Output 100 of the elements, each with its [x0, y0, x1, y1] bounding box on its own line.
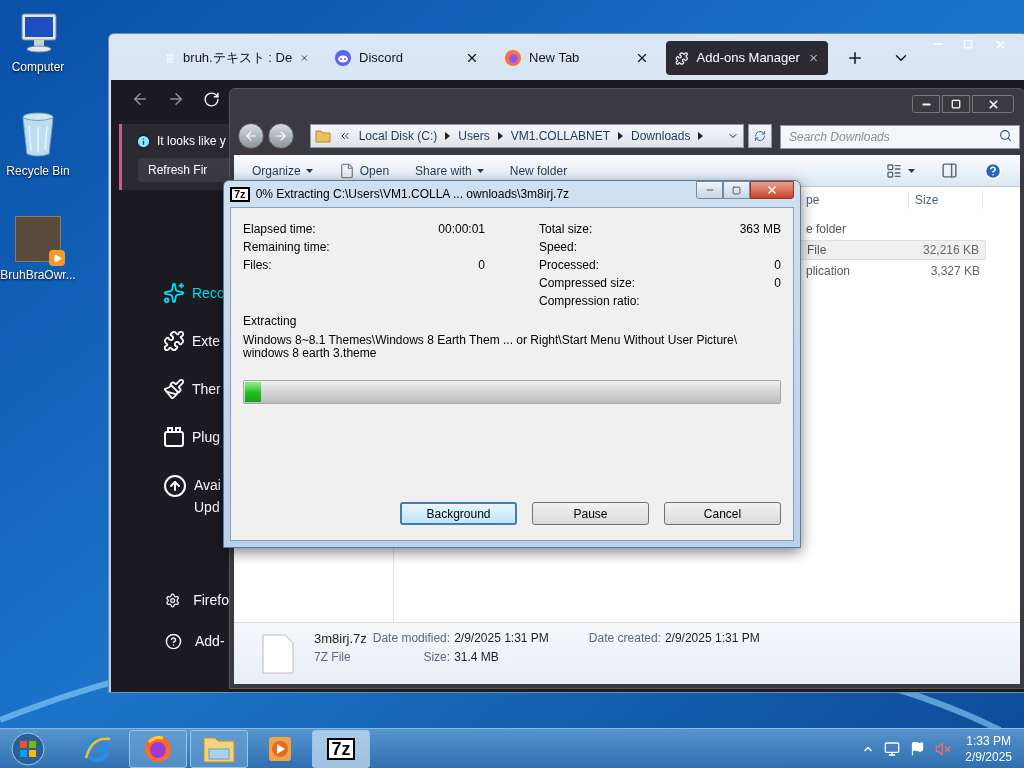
- caret-icon: [908, 168, 915, 173]
- start-button[interactable]: [8, 729, 48, 768]
- desktop-icon-label[interactable]: Computer: [11, 58, 65, 76]
- minimize-button[interactable]: [912, 95, 940, 113]
- toolbar-button[interactable]: New folder: [509, 161, 568, 180]
- close-icon: [993, 37, 1007, 51]
- sidebar-link[interactable]: Add-: [165, 631, 229, 652]
- toolbar-button[interactable]: Open: [338, 161, 390, 180]
- play-icon: [268, 735, 292, 762]
- breadcrumb-arrow-icon: [497, 132, 503, 140]
- breadcrumb-item[interactable]: VM1.COLLABNET: [510, 127, 611, 145]
- sidebar-item[interactable]: Exte: [163, 330, 225, 352]
- flag-icon[interactable]: [910, 741, 926, 756]
- column-header[interactable]: Size: [909, 191, 983, 209]
- caret-icon: [476, 168, 484, 173]
- stat-value: 0: [774, 276, 781, 290]
- stat-label: Remaining time:: [243, 240, 330, 254]
- refresh-icon: [754, 130, 767, 142]
- stat-value: 0: [478, 258, 485, 272]
- toolbar-button[interactable]: Share with: [415, 161, 484, 180]
- column-header[interactable]: pe: [803, 191, 909, 209]
- dialog-button[interactable]: Pause: [532, 502, 649, 525]
- file-row[interactable]: e folder: [800, 219, 986, 239]
- maximize-icon: [951, 99, 961, 109]
- back-icon[interactable]: [131, 90, 149, 108]
- browser-tab[interactable]: Add-ons Manager: [666, 41, 828, 75]
- file-icon: [338, 162, 355, 179]
- firefox-icon: [143, 733, 173, 764]
- browser-tab[interactable]: New Tab: [496, 41, 658, 75]
- file-name: 3m8irj.7z: [314, 631, 367, 646]
- detail-label: Date modified:: [372, 631, 451, 646]
- dialog-button[interactable]: Background: [400, 502, 517, 525]
- detail-label: Size:: [422, 650, 451, 665]
- forward-button[interactable]: [267, 123, 294, 149]
- taskbar-button[interactable]: 7z: [312, 729, 370, 768]
- stat-label: Compression ratio:: [539, 294, 640, 308]
- sparkle-icon: [163, 282, 185, 304]
- desktop-icon-label[interactable]: Recycle Bin: [6, 162, 70, 180]
- detail-value: 2/9/2025 1:31 PM: [454, 631, 549, 646]
- breadcrumb-item[interactable]: Users: [458, 127, 490, 145]
- sidebar-item[interactable]: Ther: [163, 378, 225, 400]
- photo-placeholder: [15, 216, 61, 262]
- stat-value: 00:00:01: [438, 222, 485, 236]
- maximize-button[interactable]: [942, 95, 970, 113]
- plugin-icon: [163, 426, 185, 448]
- desktop-icon-label[interactable]: BruhBraOwr...: [0, 266, 76, 284]
- help-icon[interactable]: [984, 161, 1002, 180]
- stat-value: 363 MB: [739, 222, 781, 236]
- taskbar-button[interactable]: [190, 729, 248, 768]
- search-icon: [999, 129, 1012, 142]
- address-bar[interactable]: Local Disk (C:) Users VM1.COLLABNET Downloads: [309, 124, 745, 148]
- breadcrumb-item[interactable]: Local Disk (C:): [358, 127, 438, 145]
- search-field[interactable]: Search Downloads: [780, 125, 1020, 149]
- back-button[interactable]: [238, 123, 264, 149]
- stat-label: Elapsed time:: [243, 222, 316, 236]
- network-icon[interactable]: [884, 740, 901, 757]
- sidebar-item[interactable]: Avai Upd: [163, 474, 225, 518]
- close-icon: [986, 97, 1000, 111]
- stat-label: Processed:: [539, 258, 600, 272]
- breadcrumb-item[interactable]: Downloads: [631, 127, 691, 145]
- file-path: windows 8 earth 3.theme: [243, 347, 378, 360]
- file-row[interactable]: File 32,216 KB: [800, 240, 986, 260]
- settings-icon: [165, 592, 181, 609]
- clock[interactable]: 1:33 PM 2/9/2025: [965, 732, 1012, 765]
- stat-label: Compressed size:: [539, 276, 636, 290]
- forward-icon[interactable]: [167, 90, 185, 108]
- discord-icon: [335, 50, 351, 66]
- close-button[interactable]: [972, 95, 1014, 113]
- caret-icon: [305, 168, 313, 173]
- close-icon[interactable]: [635, 51, 649, 65]
- app-logo: 7z: [230, 186, 250, 202]
- landmark-icon: [165, 50, 176, 66]
- browser-tab[interactable]: Discord: [326, 41, 488, 75]
- preview-pane-icon[interactable]: [941, 162, 958, 179]
- stat-label: Files:: [243, 258, 272, 272]
- browser-tab[interactable]: bruh.テキスト : De: [156, 41, 318, 75]
- view-icon[interactable]: [886, 162, 902, 179]
- folder-icon: [314, 129, 331, 143]
- stat-value: 0: [774, 258, 781, 272]
- detail-value: 31.4 MB: [454, 650, 500, 665]
- notification-text: It looks like y: [157, 133, 226, 150]
- sidebar-item[interactable]: Plug: [163, 426, 225, 448]
- reload-icon[interactable]: [203, 90, 220, 108]
- close-icon[interactable]: [465, 51, 479, 65]
- new-tab-icon[interactable]: [846, 49, 864, 67]
- dialog-button[interactable]: Cancel: [664, 502, 781, 525]
- toolbar-button[interactable]: Organize: [252, 161, 313, 180]
- firefox-icon: [505, 50, 521, 66]
- minimize-button[interactable]: [696, 181, 723, 199]
- detail-value: 2/9/2025 1:31 PM: [664, 631, 760, 646]
- breadcrumb-arrow-icon: [698, 132, 704, 140]
- status-text: Extracting: [243, 314, 298, 328]
- puzzle-icon: [163, 330, 185, 352]
- refresh-button[interactable]: [748, 124, 772, 148]
- app-logo: 7z: [327, 737, 355, 760]
- file-row[interactable]: plication 3,327 KB: [800, 261, 986, 281]
- breadcrumb-arrow-icon: [445, 132, 451, 140]
- taskbar-button[interactable]: [129, 729, 187, 768]
- close-button[interactable]: [750, 181, 794, 199]
- sidebar-link[interactable]: Firefo: [165, 590, 229, 611]
